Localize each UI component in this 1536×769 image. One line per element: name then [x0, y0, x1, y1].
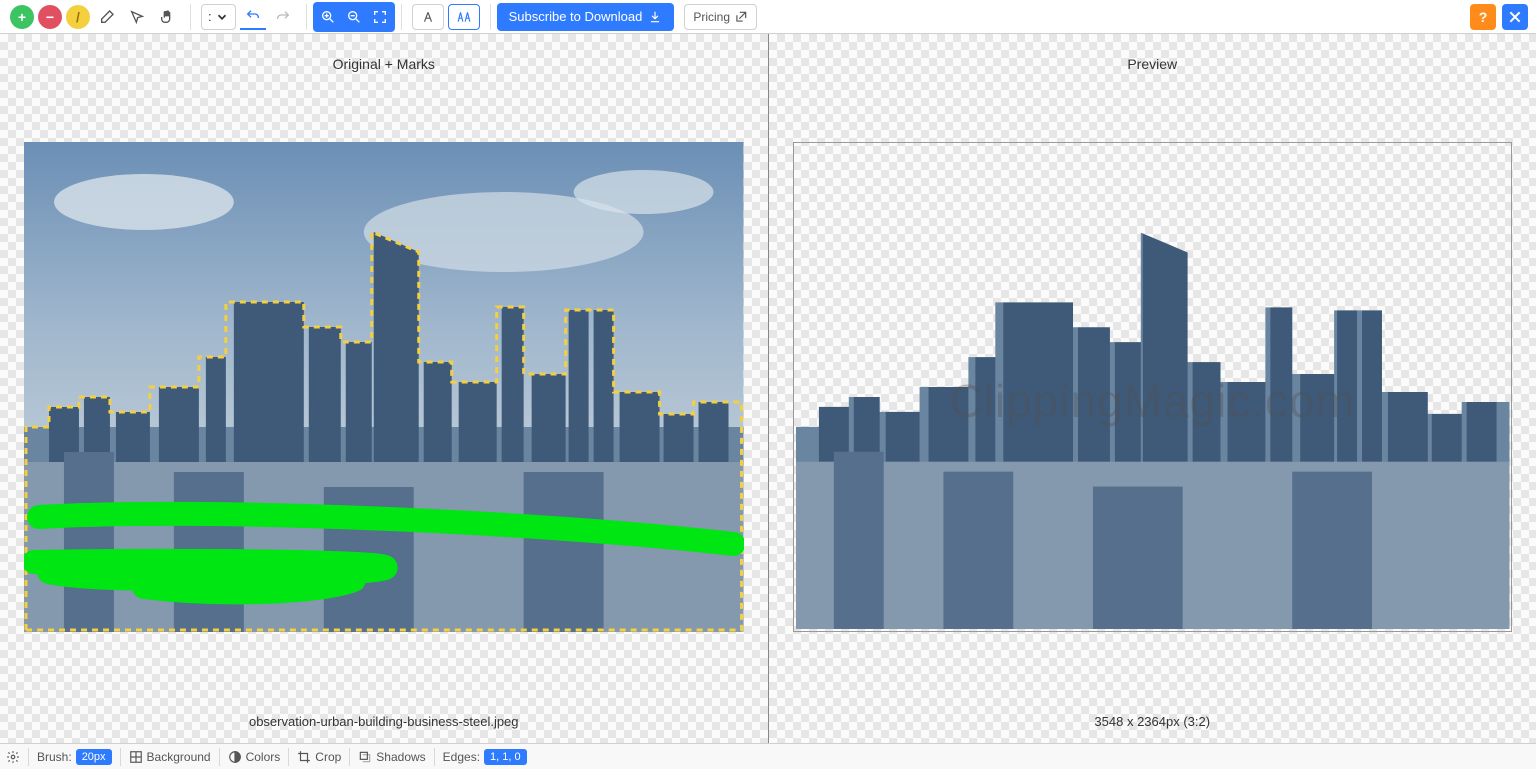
- colors-label: Colors: [246, 750, 281, 764]
- help-button[interactable]: ?: [1470, 4, 1496, 30]
- colors-button[interactable]: Colors: [228, 750, 281, 764]
- text-tool-button[interactable]: [412, 4, 444, 30]
- preview-image-canvas[interactable]: [793, 142, 1513, 632]
- top-toolbar: + − / :: [0, 0, 1536, 34]
- brush-value: 20px: [76, 749, 112, 765]
- background-label: Background: [147, 750, 211, 764]
- zoom-out-icon: [346, 9, 362, 25]
- subscribe-label: Subscribe to Download: [509, 9, 643, 24]
- shadows-label: Shadows: [376, 750, 425, 764]
- compare-mode-button[interactable]: [448, 4, 480, 30]
- gear-icon: [6, 750, 20, 764]
- pricing-label: Pricing: [693, 10, 730, 24]
- undo-icon: [245, 8, 261, 24]
- pointer-icon: [129, 9, 145, 25]
- status-bar: Brush: 20px Background Colors Crop Shado…: [0, 743, 1536, 769]
- fit-icon: [372, 9, 388, 25]
- crop-label: Crop: [315, 750, 341, 764]
- redo-icon: [275, 9, 291, 25]
- grid-icon: [129, 750, 143, 764]
- shadows-button[interactable]: Shadows: [358, 750, 425, 764]
- brush-size-dropdown[interactable]: :: [201, 4, 236, 30]
- close-button[interactable]: [1502, 4, 1528, 30]
- brush-status[interactable]: Brush: 20px: [37, 749, 112, 765]
- original-image-canvas[interactable]: [24, 142, 744, 632]
- shadow-icon: [358, 750, 372, 764]
- zoom-in-button[interactable]: [315, 4, 341, 30]
- settings-button[interactable]: [6, 750, 20, 764]
- external-link-icon: [734, 10, 748, 24]
- pointer-tool-button[interactable]: [124, 4, 150, 30]
- workspace: Original + Marks: [0, 34, 1536, 743]
- pan-tool-button[interactable]: [154, 4, 180, 30]
- original-panel: Original + Marks: [0, 34, 768, 743]
- help-icon: ?: [1479, 9, 1488, 25]
- zoom-controls: [313, 2, 395, 32]
- dimensions-caption: 3548 x 2364px (3:2): [769, 714, 1536, 729]
- download-icon: [648, 10, 662, 24]
- redo-button[interactable]: [270, 4, 296, 30]
- background-button[interactable]: Background: [129, 750, 211, 764]
- zoom-in-icon: [320, 9, 336, 25]
- right-panel-title: Preview: [769, 56, 1536, 72]
- original-image: [24, 142, 744, 632]
- brush-size-value: :: [208, 9, 212, 24]
- edges-label: Edges:: [443, 750, 480, 764]
- single-letter-icon: [421, 10, 435, 24]
- close-icon: [1507, 9, 1523, 25]
- pricing-button[interactable]: Pricing: [684, 4, 757, 30]
- preview-image: [794, 143, 1512, 631]
- fit-screen-button[interactable]: [367, 4, 393, 30]
- preview-panel: Preview: [769, 34, 1536, 743]
- hair-tool-button[interactable]: /: [66, 5, 90, 29]
- edges-value: 1, 1, 0: [484, 749, 527, 765]
- zoom-out-button[interactable]: [341, 4, 367, 30]
- contrast-icon: [228, 750, 242, 764]
- eraser-icon: [99, 9, 115, 25]
- undo-button[interactable]: [240, 4, 266, 30]
- remove-mark-button[interactable]: −: [38, 5, 62, 29]
- compare-icon: [457, 10, 471, 24]
- edges-status[interactable]: Edges: 1, 1, 0: [443, 749, 527, 765]
- brush-label: Brush:: [37, 750, 72, 764]
- hand-icon: [159, 9, 175, 25]
- crop-button[interactable]: Crop: [297, 750, 341, 764]
- filename-caption: observation-urban-building-business-stee…: [0, 714, 768, 729]
- add-mark-button[interactable]: +: [10, 5, 34, 29]
- chevron-down-icon: [215, 10, 229, 24]
- crop-icon: [297, 750, 311, 764]
- eraser-tool-button[interactable]: [94, 4, 120, 30]
- subscribe-button[interactable]: Subscribe to Download: [497, 3, 675, 31]
- left-panel-title: Original + Marks: [0, 56, 768, 72]
